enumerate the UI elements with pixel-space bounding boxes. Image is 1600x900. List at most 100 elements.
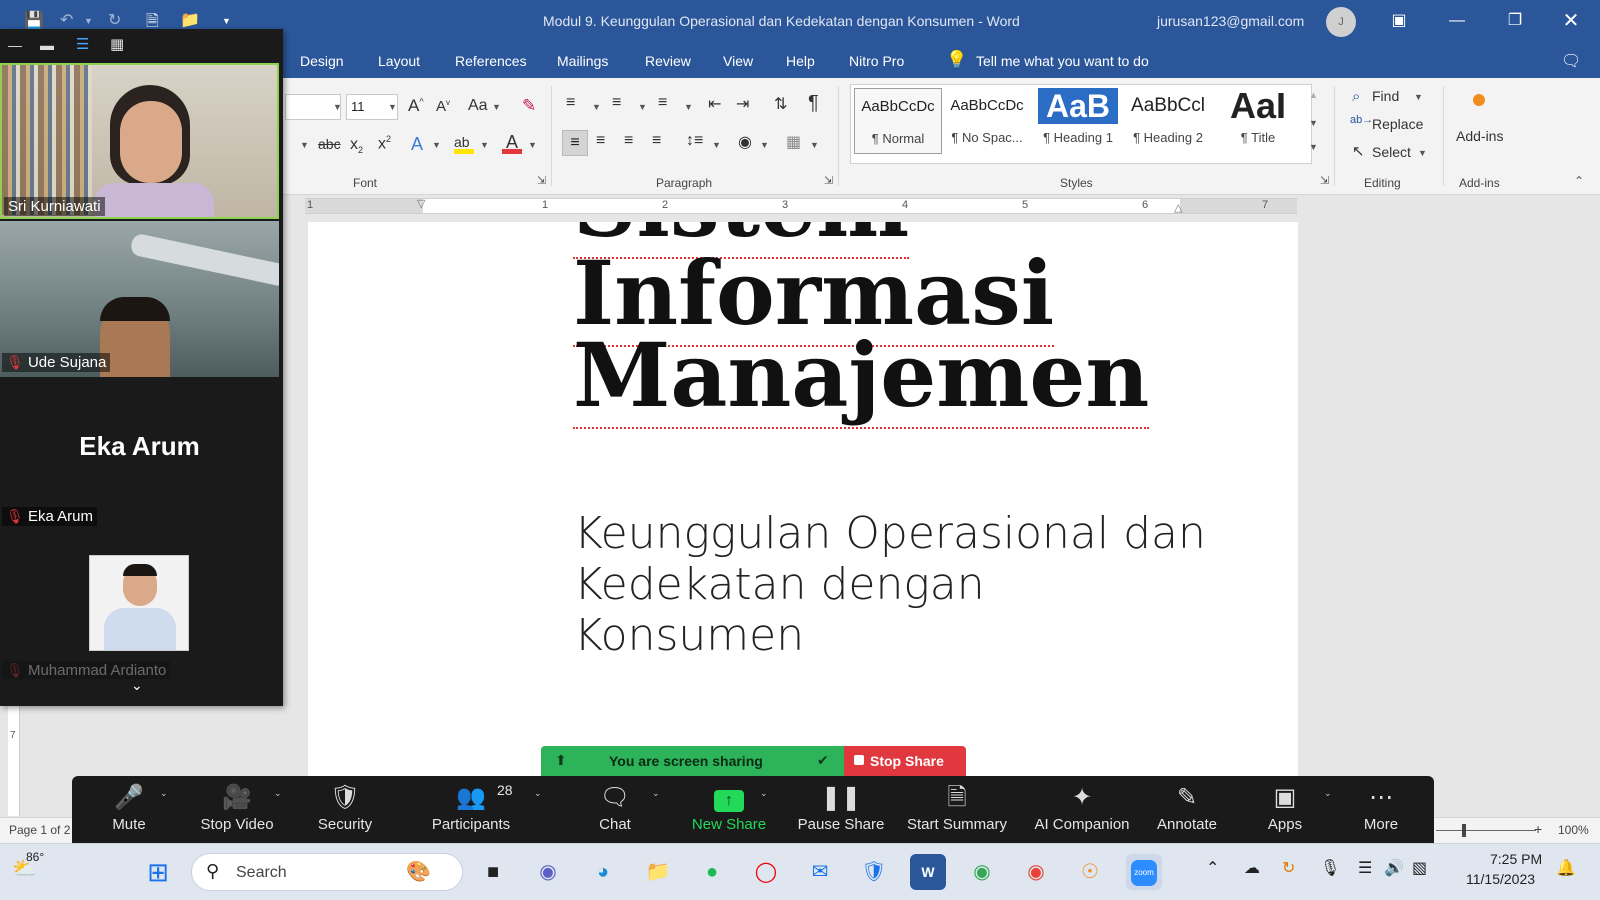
- hide-video-icon[interactable]: ▬: [40, 37, 54, 53]
- clear-formatting-icon[interactable]: ✎: [522, 96, 536, 116]
- text-effects-dropdown-icon[interactable]: ▼: [432, 140, 441, 150]
- customize-toolbar-icon[interactable]: ▼: [222, 16, 231, 26]
- participant-tile[interactable]: 🎙 Muhammad Ardianto: [0, 535, 279, 679]
- clock-date[interactable]: 11/15/2023: [1466, 871, 1535, 887]
- justify-icon[interactable]: ≡: [652, 132, 661, 150]
- account-email[interactable]: jurusan123@gmail.com: [1157, 13, 1304, 29]
- share-options-icon[interactable]: ⌄: [760, 788, 768, 799]
- select-cursor-icon[interactable]: ↖: [1352, 142, 1365, 160]
- change-case-button[interactable]: Aa ▼: [468, 97, 501, 115]
- find-button[interactable]: Find: [1372, 88, 1399, 104]
- multilevel-dropdown-icon[interactable]: ▼: [684, 102, 693, 112]
- select-button[interactable]: Select: [1372, 144, 1411, 160]
- edge-browser-icon[interactable]: ◕: [585, 854, 621, 890]
- styles-scroll-up-icon[interactable]: ▲: [1309, 90, 1318, 100]
- align-left-icon[interactable]: ≡: [562, 130, 588, 156]
- line-spacing-dropdown-icon[interactable]: ▼: [712, 140, 721, 150]
- borders-icon[interactable]: ▦: [786, 132, 801, 152]
- chrome-icon[interactable]: ◉: [964, 854, 1000, 890]
- add-ins-button[interactable]: Add-ins: [1456, 128, 1503, 144]
- highlight-color-icon[interactable]: ab: [454, 134, 474, 154]
- find-icon[interactable]: ⌕: [1352, 88, 1360, 105]
- chat-button[interactable]: 🗨 Chat: [560, 776, 670, 843]
- strikethrough-icon[interactable]: abc: [318, 136, 341, 152]
- bullets-icon[interactable]: ≡: [566, 94, 575, 112]
- first-line-indent-marker[interactable]: ▽: [417, 197, 425, 210]
- account-avatar[interactable]: J: [1326, 7, 1356, 37]
- line-spacing-icon[interactable]: ↕≡: [686, 132, 703, 150]
- find-dropdown-icon[interactable]: ▼: [1414, 92, 1423, 102]
- file-explorer-icon[interactable]: 📁: [640, 854, 676, 890]
- replace-button[interactable]: Replace: [1372, 116, 1423, 132]
- borders-dropdown-icon[interactable]: ▼: [810, 140, 819, 150]
- chrome-profile-icon[interactable]: ◉: [1018, 854, 1054, 890]
- scroll-down-icon[interactable]: ⌄: [131, 677, 143, 694]
- show-hidden-icons-icon[interactable]: ⌃: [1206, 858, 1219, 878]
- style-title[interactable]: AaI ¶ Title: [1214, 88, 1302, 154]
- horizontal-ruler[interactable]: 1 1 2 3 4 5 6 7 ▽ △: [305, 198, 1297, 214]
- wifi-icon[interactable]: ☰: [1358, 858, 1372, 878]
- pause-share-button[interactable]: ❚❚ Pause Share: [786, 776, 896, 843]
- mail-icon[interactable]: ✉: [802, 854, 838, 890]
- zoom-slider-track[interactable]: [1436, 830, 1536, 831]
- style-heading-1[interactable]: AaB ¶ Heading 1: [1034, 88, 1122, 154]
- text-effects-icon[interactable]: A: [411, 134, 423, 155]
- comments-icon[interactable]: 🗨: [1561, 51, 1581, 71]
- tab-mailings[interactable]: Mailings: [557, 53, 608, 69]
- styles-more-icon[interactable]: ▼: [1309, 142, 1318, 152]
- minimize-gallery-icon[interactable]: —: [8, 37, 22, 53]
- align-right-icon[interactable]: ≡: [624, 132, 633, 150]
- annotate-button[interactable]: ✎ Annotate: [1132, 776, 1242, 843]
- show-formatting-marks-icon[interactable]: ¶: [808, 92, 819, 115]
- save-icon[interactable]: 💾: [24, 10, 44, 30]
- increase-indent-icon[interactable]: ⇥: [736, 94, 749, 114]
- zoom-slider-thumb[interactable]: [1462, 824, 1466, 837]
- shrink-font-icon[interactable]: Av: [436, 98, 450, 115]
- multilevel-list-icon[interactable]: ≡: [658, 94, 667, 112]
- ribbon-display-options-icon[interactable]: ▣: [1384, 8, 1414, 34]
- font-color-dropdown-icon[interactable]: ▼: [528, 140, 537, 150]
- onedrive-icon[interactable]: ☁: [1244, 858, 1260, 878]
- location-pin-icon[interactable]: ☉: [1072, 854, 1108, 890]
- undo-dropdown-icon[interactable]: ▼: [84, 16, 93, 26]
- start-icon[interactable]: ⊞: [140, 854, 176, 890]
- security-shield-icon[interactable]: 🛡: [856, 854, 892, 890]
- apps-button[interactable]: ▣ Apps: [1230, 776, 1340, 843]
- shading-dropdown-icon[interactable]: ▼: [760, 140, 769, 150]
- video-options-icon[interactable]: ⌄: [274, 788, 282, 799]
- task-view-icon[interactable]: ■: [475, 854, 511, 890]
- taskbar-search-box[interactable]: ⚲ Search 🎨: [191, 853, 463, 891]
- tab-layout[interactable]: Layout: [378, 53, 420, 69]
- align-center-icon[interactable]: ≡: [596, 132, 605, 150]
- grow-font-icon[interactable]: A^: [408, 96, 424, 116]
- bullets-dropdown-icon[interactable]: ▼: [592, 102, 601, 112]
- ai-companion-button[interactable]: ✦ AI Companion: [1027, 776, 1137, 843]
- battery-icon[interactable]: ▧: [1412, 858, 1427, 878]
- replace-icon[interactable]: ab→: [1350, 114, 1373, 126]
- teams-chat-icon[interactable]: ◉: [530, 854, 566, 890]
- font-color-icon[interactable]: A: [502, 132, 522, 154]
- tab-view[interactable]: View: [723, 53, 753, 69]
- sync-icon[interactable]: ↻: [1282, 858, 1295, 878]
- speaker-view-icon[interactable]: ☰: [76, 35, 89, 53]
- underline-dropdown-icon[interactable]: ▼: [300, 140, 309, 150]
- numbering-dropdown-icon[interactable]: ▼: [638, 102, 647, 112]
- add-ins-icon[interactable]: [1473, 94, 1485, 106]
- audio-options-icon[interactable]: ⌄: [160, 788, 168, 799]
- styles-scroll-down-icon[interactable]: ▼: [1309, 118, 1318, 128]
- participants-options-icon[interactable]: ⌄: [534, 788, 542, 799]
- paragraph-dialog-launcher-icon[interactable]: ⇲: [824, 174, 833, 187]
- shading-icon[interactable]: ◉: [738, 132, 752, 152]
- page-count[interactable]: Page 1 of 2: [9, 823, 70, 837]
- word-app-icon[interactable]: W: [910, 854, 946, 890]
- undo-icon[interactable]: ↶: [60, 10, 73, 30]
- style-heading-2[interactable]: AaBbCcl ¶ Heading 2: [1124, 88, 1212, 154]
- superscript-icon[interactable]: x2: [378, 134, 391, 153]
- font-dialog-launcher-icon[interactable]: ⇲: [537, 174, 546, 187]
- weather-temperature[interactable]: 86°: [26, 850, 44, 864]
- sort-icon[interactable]: ⇅: [774, 94, 787, 114]
- start-summary-button[interactable]: 🗎 Start Summary: [902, 776, 1012, 843]
- participant-tile[interactable]: Sri Kurniawati: [0, 63, 279, 219]
- stop-video-button[interactable]: 🎥 Stop Video: [182, 776, 292, 843]
- volume-icon[interactable]: 🔊: [1384, 858, 1404, 878]
